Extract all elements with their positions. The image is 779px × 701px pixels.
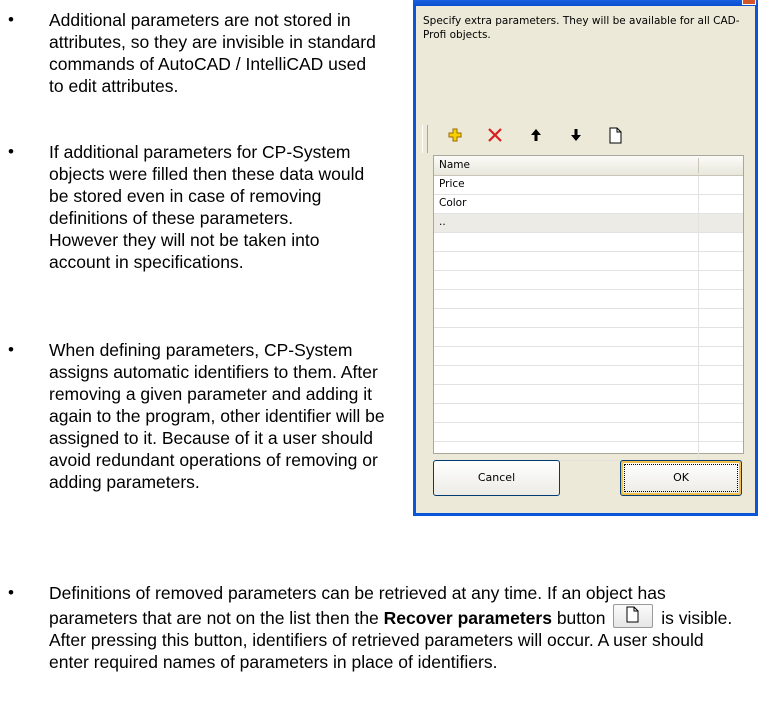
extra-parameters-dialog: Specify extra parameters. They will be a… xyxy=(413,0,758,516)
close-icon[interactable] xyxy=(742,0,756,5)
bullet-marker: • xyxy=(8,10,14,29)
column-divider xyxy=(698,176,699,194)
column-divider xyxy=(698,423,699,441)
column-divider xyxy=(698,252,699,270)
add-icon xyxy=(448,128,462,142)
move-down-button[interactable] xyxy=(563,122,589,148)
grid-header: Name xyxy=(434,156,743,176)
row-name-cell[interactable]: Price xyxy=(439,178,465,190)
table-row-empty[interactable] xyxy=(434,252,743,271)
column-divider xyxy=(698,233,699,251)
delete-icon xyxy=(488,128,502,142)
bullet-marker: • xyxy=(8,142,14,161)
recover-parameters-icon xyxy=(626,606,639,623)
table-row-empty[interactable] xyxy=(434,385,743,404)
recover-parameters-icon xyxy=(609,127,621,143)
paragraph-stored-data: If additional parameters for CP-System o… xyxy=(49,141,379,273)
column-divider xyxy=(698,366,699,384)
bullet-marker: • xyxy=(8,340,14,359)
paragraph-attributes: Additional parameters are not stored in … xyxy=(49,10,376,96)
paragraph-recover: Definitions of removed parameters can be… xyxy=(49,582,739,673)
column-divider xyxy=(698,404,699,422)
recover-parameters-inline-button xyxy=(613,604,654,628)
cancel-button[interactable]: Cancel xyxy=(433,460,560,496)
table-row-empty[interactable] xyxy=(434,309,743,328)
row-name-cell[interactable]: .. xyxy=(439,216,446,228)
table-row-empty[interactable] xyxy=(434,347,743,366)
table-row-empty[interactable] xyxy=(434,328,743,347)
grid-rows: Price Color .. xyxy=(434,176,743,461)
table-row-empty[interactable] xyxy=(434,442,743,461)
bullet-marker: • xyxy=(8,583,14,602)
add-parameter-button[interactable] xyxy=(442,122,468,148)
column-divider xyxy=(698,385,699,403)
recover-text-button: button xyxy=(551,608,606,628)
dialog-toolbar xyxy=(422,122,742,153)
recover-parameters-term: Recover parameters xyxy=(383,608,552,628)
stored-data-text: If additional parameters for CP-System o… xyxy=(49,142,365,228)
paragraph-identifiers: When defining parameters, CP-System assi… xyxy=(49,340,385,492)
row-name-cell[interactable]: Color xyxy=(439,197,466,209)
table-row-selected[interactable]: .. xyxy=(434,214,743,233)
table-row-empty[interactable] xyxy=(434,423,743,442)
table-row[interactable]: Color xyxy=(434,195,743,214)
recover-parameters-button[interactable] xyxy=(602,122,628,148)
column-divider xyxy=(698,158,699,173)
delete-parameter-button[interactable] xyxy=(482,122,508,148)
ok-button[interactable]: OK xyxy=(620,460,742,496)
move-up-button[interactable] xyxy=(523,122,549,148)
table-row-empty[interactable] xyxy=(434,404,743,423)
dialog-description: Specify extra parameters. They will be a… xyxy=(423,15,740,41)
table-row-empty[interactable] xyxy=(434,233,743,252)
table-row-empty[interactable] xyxy=(434,366,743,385)
parameters-grid: Name Price Color .. xyxy=(433,155,744,461)
dialog-titlebar[interactable] xyxy=(413,0,758,6)
column-divider xyxy=(698,195,699,213)
column-divider xyxy=(698,309,699,327)
column-header-name[interactable]: Name xyxy=(439,159,470,171)
table-row-empty[interactable] xyxy=(434,271,743,290)
move-up-icon xyxy=(531,129,541,141)
move-down-icon xyxy=(571,129,581,141)
column-divider xyxy=(698,328,699,346)
column-divider xyxy=(698,271,699,289)
toolbar-grip[interactable] xyxy=(422,125,428,153)
column-divider xyxy=(698,442,699,460)
table-row[interactable]: Price xyxy=(434,176,743,195)
specifications-note: However they will not be taken into acco… xyxy=(49,230,320,272)
table-row-empty[interactable] xyxy=(434,290,743,309)
column-divider xyxy=(698,347,699,365)
column-divider xyxy=(698,290,699,308)
column-divider xyxy=(698,214,699,232)
